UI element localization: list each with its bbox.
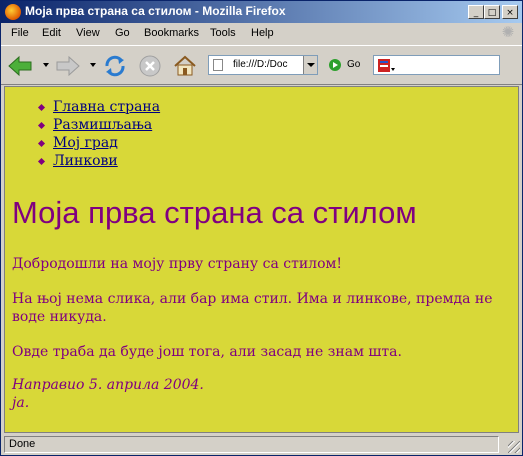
reload-icon <box>105 55 125 77</box>
back-button[interactable] <box>6 52 34 80</box>
nav-link-links[interactable]: Линкови <box>53 153 118 169</box>
list-item: Мој град <box>53 134 160 152</box>
maximize-button[interactable]: □ <box>484 5 500 19</box>
menu-help[interactable]: Help <box>251 27 274 39</box>
navigation-toolbar: file:///D:/Doc Go <box>1 45 522 85</box>
menu-bar: File Edit View Go Bookmarks Tools Help ✺ <box>1 23 522 43</box>
menu-tools[interactable]: Tools <box>210 27 236 39</box>
menu-edit[interactable]: Edit <box>42 27 61 39</box>
stop-button[interactable] <box>136 52 164 80</box>
status-bar: Done <box>1 433 522 455</box>
nav-link-thoughts[interactable]: Размишљања <box>53 117 152 133</box>
minimize-button[interactable]: _ <box>468 5 484 19</box>
back-arrow-icon <box>8 55 32 77</box>
stop-icon <box>139 55 161 77</box>
address-bar[interactable]: file:///D:/Doc <box>208 55 318 75</box>
window-title: Моја прва страна са стилом - Mozilla Fir… <box>25 4 286 18</box>
address-dropdown-button[interactable] <box>303 56 317 74</box>
forward-history-dropdown[interactable] <box>90 63 96 67</box>
firefox-logo-icon <box>5 4 21 20</box>
search-box[interactable] <box>373 55 500 75</box>
reload-button[interactable] <box>101 52 129 80</box>
list-item: Главна страна <box>53 98 160 116</box>
menu-go[interactable]: Go <box>115 27 130 39</box>
home-icon <box>174 55 196 76</box>
forward-arrow-icon <box>56 55 80 77</box>
throbber-icon: ✺ <box>501 24 515 41</box>
address-input[interactable]: file:///D:/Doc <box>233 59 305 70</box>
home-button[interactable] <box>171 52 199 80</box>
browser-window: Моја прва страна са стилом - Mozilla Fir… <box>0 0 523 456</box>
title-bar[interactable]: Моја прва страна са стилом - Mozilla Fir… <box>1 1 522 23</box>
page-heading: Моја прва страна са стилом <box>12 195 417 230</box>
nav-list: Главна страна Размишљања Мој град Линков… <box>5 98 160 170</box>
search-engine-icon <box>378 59 395 72</box>
go-icon[interactable] <box>329 59 341 71</box>
more-paragraph: Овде траба да буде још тога, али засад н… <box>12 344 402 360</box>
menu-bookmarks[interactable]: Bookmarks <box>144 27 199 39</box>
menu-file[interactable]: File <box>11 27 29 39</box>
resize-grip-icon[interactable] <box>508 441 520 453</box>
menu-view[interactable]: View <box>76 27 100 39</box>
nav-link-my-city[interactable]: Мој град <box>53 135 118 151</box>
page-content: Главна страна Размишљања Мој град Линков… <box>4 86 519 433</box>
page-icon <box>213 59 223 71</box>
status-text: Done <box>4 436 499 453</box>
back-history-dropdown[interactable] <box>43 63 49 67</box>
nav-link-home[interactable]: Главна страна <box>53 99 160 115</box>
style-paragraph: На њој нема слика, али бар има стил. Има… <box>12 291 493 325</box>
list-item: Размишљања <box>53 116 160 134</box>
welcome-paragraph: Добродошли на моју прву страну са стилом… <box>12 256 343 272</box>
close-button[interactable]: × <box>502 5 518 19</box>
list-item: Линкови <box>53 152 160 170</box>
signature-line-2: ја. <box>12 395 30 411</box>
signature-line-1: Направио 5. априла 2004. <box>12 377 204 393</box>
go-button-label[interactable]: Go <box>347 59 360 70</box>
forward-button[interactable] <box>54 52 82 80</box>
